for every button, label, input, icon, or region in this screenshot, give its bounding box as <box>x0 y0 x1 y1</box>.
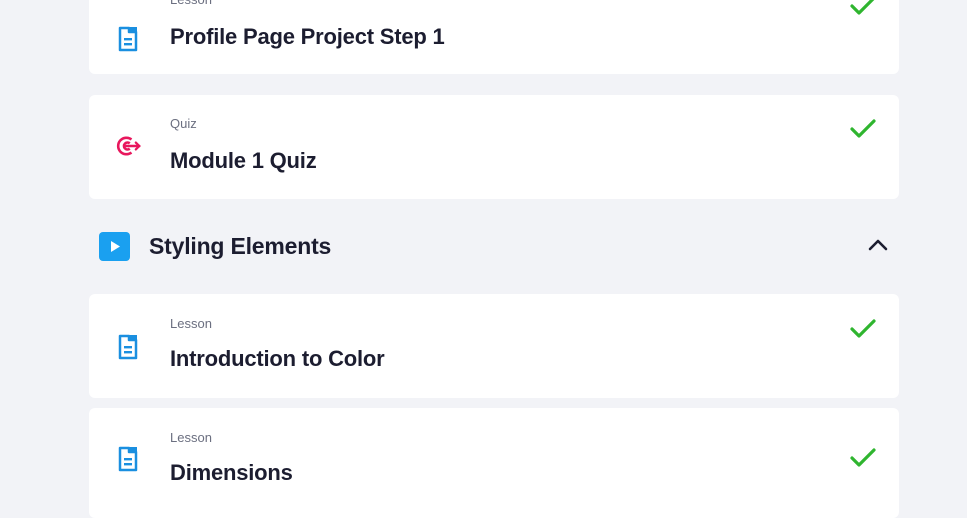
check-icon <box>850 0 875 15</box>
quiz-target-icon <box>115 133 141 159</box>
section-title: Styling Elements <box>149 233 332 259</box>
list-item[interactable]: Lesson Dimensions <box>89 408 899 518</box>
lesson-document-icon <box>115 446 141 472</box>
item-title: Module 1 Quiz <box>170 148 317 173</box>
item-kind-label: Lesson <box>170 430 212 445</box>
check-icon <box>850 448 876 467</box>
item-kind-label: Lesson <box>170 316 212 331</box>
item-kind-label: Lesson <box>170 0 212 7</box>
list-item[interactable]: Quiz Module 1 Quiz <box>89 95 899 199</box>
item-title: Profile Page Project Step 1 <box>170 24 445 49</box>
play-icon <box>99 232 130 261</box>
item-title: Introduction to Color <box>170 346 385 371</box>
item-title: Dimensions <box>170 460 293 485</box>
section-header[interactable]: Styling Elements <box>99 230 899 266</box>
check-icon <box>850 319 876 338</box>
item-kind-label: Quiz <box>170 116 197 131</box>
list-item[interactable]: Lesson Profile Page Project Step 1 <box>89 0 899 74</box>
lesson-document-icon <box>115 334 141 360</box>
list-item[interactable]: Lesson Introduction to Color <box>89 294 899 398</box>
check-icon <box>850 119 876 138</box>
chevron-up-icon[interactable] <box>867 237 889 253</box>
lesson-document-icon <box>115 26 141 52</box>
